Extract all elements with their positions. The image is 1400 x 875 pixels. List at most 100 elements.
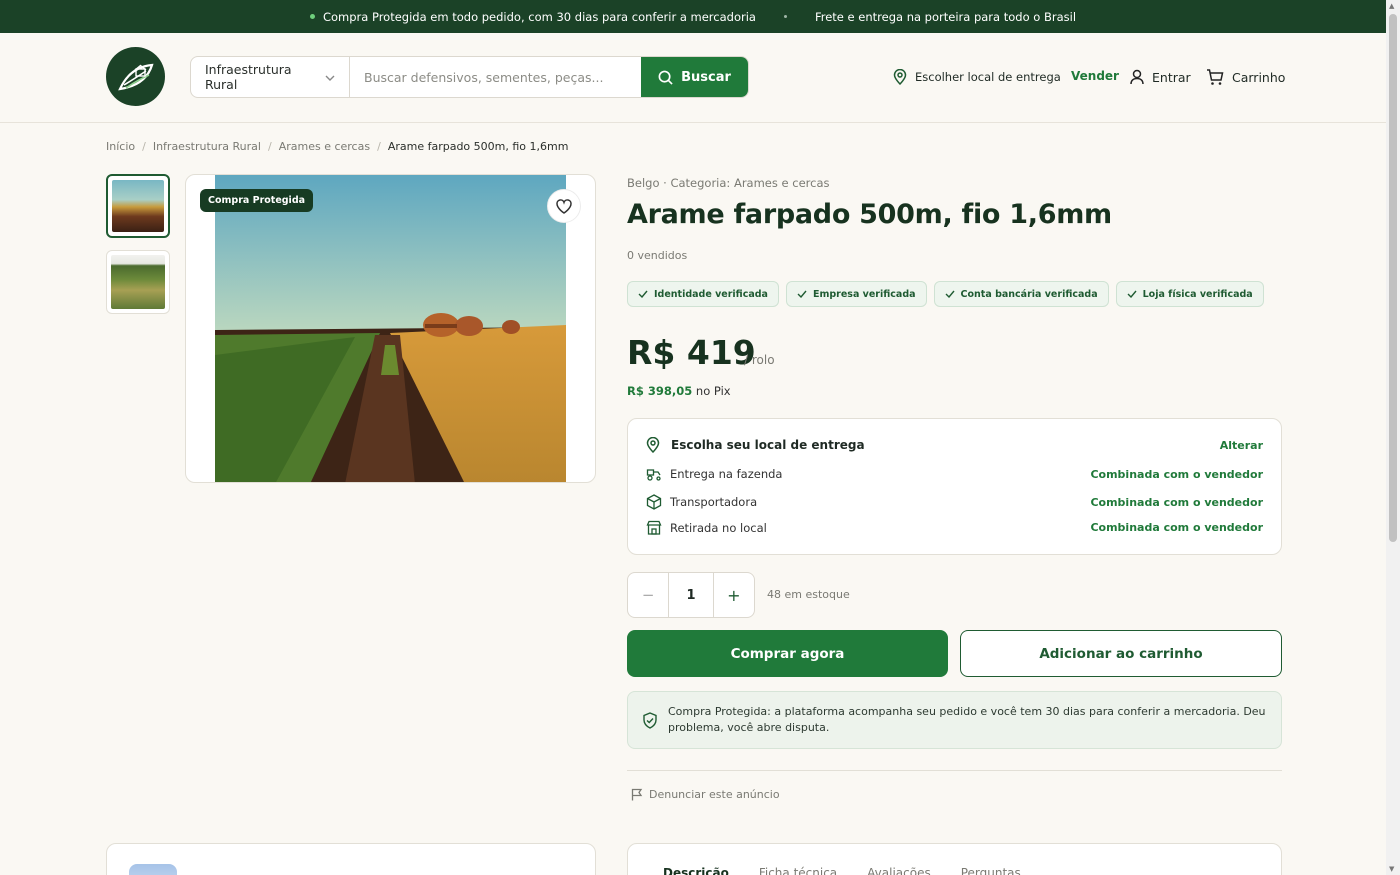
- user-icon: [1130, 69, 1144, 85]
- tab-description[interactable]: Descrição: [663, 866, 729, 875]
- thumbnail-image: [111, 255, 165, 309]
- scrollbar-thumb[interactable]: [1389, 14, 1397, 542]
- stock-count: 48 em estoque: [767, 588, 850, 601]
- login-label: Entrar: [1152, 69, 1191, 85]
- flag-icon: [631, 788, 643, 801]
- protected-purchase-badge: Compra Protegida: [200, 189, 314, 212]
- product-main-image[interactable]: [215, 175, 566, 483]
- sell-link[interactable]: Vender: [1071, 69, 1119, 83]
- buy-now-button[interactable]: Comprar agora: [627, 630, 948, 677]
- check-icon: [1127, 290, 1137, 298]
- favorite-button[interactable]: [547, 189, 581, 223]
- gallery-thumbnail-2[interactable]: [106, 250, 170, 314]
- quantity-decrease-button[interactable]: −: [628, 573, 670, 617]
- seller-card: [106, 843, 596, 875]
- breadcrumb-separator: /: [267, 140, 272, 153]
- product-tabs-card: Descrição Ficha técnica Avaliações Pergu…: [627, 843, 1282, 875]
- breadcrumb-home[interactable]: Início: [106, 140, 135, 153]
- product-price: R$ 419: [627, 333, 756, 372]
- announcement-text-2: Frete e entrega na porteira para todo o …: [814, 9, 1077, 24]
- verification-badge-company: Empresa verificada: [785, 281, 927, 307]
- cart-label: Carrinho: [1232, 70, 1286, 85]
- add-to-cart-button[interactable]: Adicionar ao carrinho: [960, 630, 1282, 677]
- verification-badges: Identidade verificada Empresa verificada…: [627, 281, 1264, 307]
- page-scrollbar[interactable]: ▲ ▼: [1386, 0, 1400, 875]
- category-select-label: Infraestrutura Rural: [205, 62, 292, 92]
- search-button-label: Buscar: [681, 69, 731, 85]
- search-input[interactable]: [350, 57, 641, 97]
- quantity-value[interactable]: 1: [669, 573, 712, 617]
- badge-label: Loja física verificada: [1142, 288, 1253, 300]
- search-bar: Infraestrutura Rural Buscar: [190, 56, 749, 98]
- search-button[interactable]: Buscar: [641, 57, 748, 97]
- tab-questions[interactable]: Perguntas: [961, 866, 1021, 875]
- product-tabs: Descrição Ficha técnica Avaliações Pergu…: [663, 866, 1021, 875]
- delivery-option-value: Combinada com o vendedor: [1090, 495, 1263, 509]
- breadcrumb-subcategory[interactable]: Arames e cercas: [279, 140, 370, 153]
- pix-price-value: R$ 398,05: [627, 384, 693, 398]
- gallery-thumbnail-1[interactable]: [106, 174, 170, 238]
- badge-label: Identidade verificada: [654, 288, 768, 300]
- delivery-option-label: Retirada no local: [670, 520, 767, 535]
- divider: [627, 770, 1282, 771]
- quantity-increase-button[interactable]: +: [712, 573, 754, 617]
- location-pin-icon: [893, 69, 907, 85]
- sold-count: 0 vendidos: [627, 249, 688, 262]
- pix-price: R$ 398,05 no Pix: [627, 384, 731, 398]
- heart-icon: [556, 198, 572, 214]
- login-link[interactable]: Entrar: [1130, 69, 1191, 85]
- chevron-down-icon: [325, 71, 335, 84]
- report-listing-link[interactable]: Denunciar este anúncio: [631, 788, 780, 801]
- delivery-option-label: Entrega na fazenda: [670, 467, 783, 481]
- delivery-option-value: Combinada com o vendedor: [1090, 467, 1263, 481]
- breadcrumb-category[interactable]: Infraestrutura Rural: [153, 140, 261, 153]
- cart-icon: [1207, 69, 1224, 85]
- seller-avatar[interactable]: [129, 864, 177, 875]
- breadcrumb-separator: /: [142, 140, 146, 153]
- change-location-link[interactable]: Alterar: [1220, 439, 1263, 452]
- tab-reviews[interactable]: Avaliações: [867, 866, 931, 875]
- logo[interactable]: [106, 47, 165, 106]
- location-pin-icon: [646, 437, 660, 453]
- cart-link[interactable]: Carrinho: [1206, 69, 1285, 86]
- announcement-bar: Compra Protegida em todo pedido, com 30 …: [0, 0, 1386, 33]
- separator-dot: [783, 15, 787, 18]
- badge-label: Empresa verificada: [812, 288, 916, 300]
- delivery-options-card: Escolha seu local de entrega Alterar Ent…: [627, 418, 1282, 555]
- announcement-protected: Compra Protegida em todo pedido, com 30 …: [309, 9, 756, 24]
- delivery-option-value: Combinada com o vendedor: [1090, 521, 1263, 534]
- delivery-option-carrier: Transportadora Combinada com o vendedor: [646, 494, 1263, 510]
- purchase-protection-notice: Compra Protegida: a plataforma acompanha…: [627, 691, 1282, 749]
- breadcrumb: Início / Infraestrutura Rural / Arames e…: [106, 140, 568, 153]
- package-icon: [646, 494, 662, 510]
- farm-logo-icon: [117, 63, 154, 90]
- price-unit: / rolo: [744, 353, 775, 367]
- tractor-icon: [646, 469, 661, 481]
- scroll-up-icon[interactable]: ▲: [1389, 2, 1394, 10]
- shield-check-icon: [643, 711, 657, 729]
- search-icon: [658, 70, 673, 85]
- breadcrumb-separator: /: [377, 140, 381, 153]
- site-header: Infraestrutura Rural Buscar Escolher loc…: [0, 33, 1386, 123]
- pix-price-label: no Pix: [695, 384, 731, 398]
- product-brand-category: Belgo · Categoria: Arames e cercas: [627, 176, 830, 190]
- sell-label: Vender: [1071, 69, 1119, 83]
- quantity-stepper: − 1 +: [627, 572, 755, 618]
- announcement-text-1: Compra Protegida em todo pedido, com 30 …: [322, 9, 756, 24]
- badge-label: Conta bancária verificada: [960, 288, 1098, 300]
- breadcrumb-current: Arame farpado 500m, fio 1,6mm: [387, 140, 569, 153]
- announcement-shipping: Frete e entrega na porteira para todo o …: [815, 10, 1076, 24]
- tab-specs[interactable]: Ficha técnica: [759, 866, 837, 875]
- report-label: Denunciar este anúncio: [649, 788, 780, 801]
- check-icon: [945, 290, 955, 298]
- scroll-down-icon[interactable]: ▼: [1389, 865, 1394, 873]
- verification-badge-bank: Conta bancária verificada: [933, 281, 1109, 307]
- delivery-option-pickup: Retirada no local Combinada com o vended…: [646, 520, 1263, 535]
- delivery-option-farm: Entrega na fazenda Combinada com o vende…: [646, 467, 1263, 481]
- delivery-location-link[interactable]: Escolher local de entrega: [893, 69, 1061, 85]
- delivery-title: Escolha seu local de entrega: [671, 438, 865, 452]
- status-dot-icon: [309, 14, 315, 19]
- category-select[interactable]: Infraestrutura Rural: [191, 57, 350, 97]
- product-title: Arame farpado 500m, fio 1,6mm: [627, 199, 1112, 230]
- thumbnail-image: [112, 180, 164, 232]
